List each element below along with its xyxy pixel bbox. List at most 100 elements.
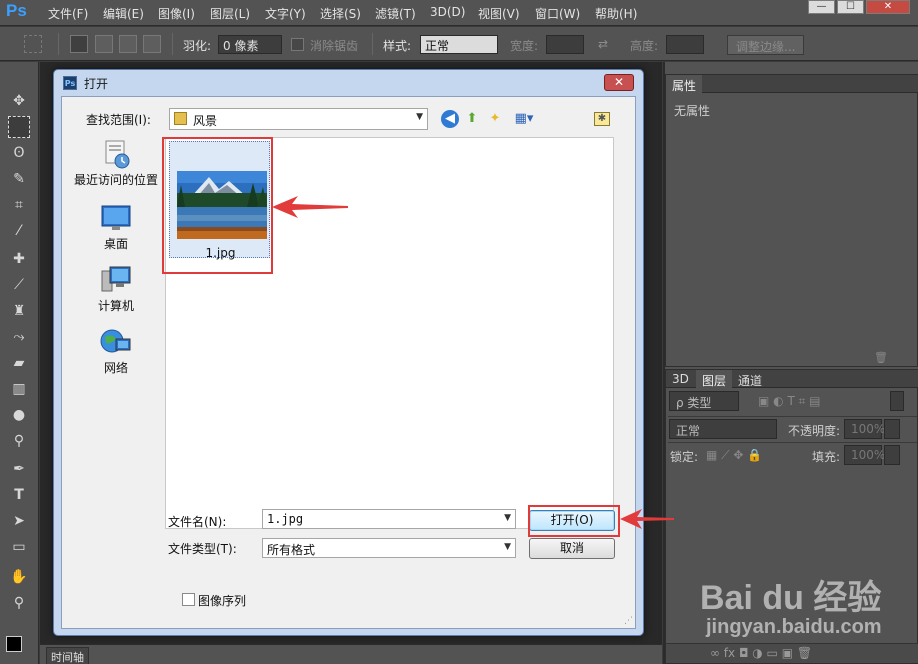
menu-layer[interactable]: 图层(L) — [210, 5, 250, 22]
move-tool-icon[interactable]: ✥ — [8, 90, 30, 112]
filter-icons[interactable]: ▣ ◐ T ⌗ ▤ — [758, 394, 821, 409]
look-in-select[interactable]: 风景 ▼ — [169, 108, 428, 130]
path-select-tool-icon[interactable]: ➤ — [8, 510, 30, 532]
divider — [372, 33, 373, 55]
add-selection-icon[interactable] — [95, 35, 113, 53]
no-properties-text: 无属性 — [674, 104, 711, 118]
antialias-checkbox[interactable] — [291, 38, 304, 51]
menu-help[interactable]: 帮助(H) — [595, 5, 637, 22]
timeline-tab[interactable]: 时间轴 — [46, 647, 89, 664]
place-recent[interactable]: 最近访问的位置 — [70, 139, 162, 188]
crop-tool-icon[interactable]: ⌗ — [8, 194, 30, 216]
minimize-button[interactable]: — — [808, 0, 835, 14]
marquee-tool-icon[interactable] — [8, 116, 30, 138]
layer-actions-icons[interactable]: ∞ fx ◘ ◑ ▭ ▣ 🗑 — [710, 646, 812, 660]
height-input[interactable] — [666, 35, 704, 54]
menu-window[interactable]: 窗口(W) — [535, 5, 580, 22]
divider — [58, 33, 59, 55]
place-computer[interactable]: 计算机 — [70, 265, 162, 314]
menu-type[interactable]: 文字(Y) — [265, 5, 306, 22]
eraser-tool-icon[interactable]: ▰ — [8, 352, 30, 374]
healing-tool-icon[interactable]: ✚ — [8, 248, 30, 270]
menu-filter[interactable]: 滤镜(T) — [375, 5, 416, 22]
options-bar: 羽化: 0 像素 消除锯齿 样式: 正常 宽度: ⇄ 高度: 调整边缘... — [0, 27, 918, 61]
filename-input[interactable]: 1.jpg ▼ — [262, 509, 516, 529]
look-in-label: 查找范围(I): — [86, 113, 151, 127]
hand-tool-icon[interactable]: ✋ — [8, 566, 30, 588]
view-menu-icon[interactable]: ▦▾ — [510, 110, 538, 128]
fill-dropdown[interactable] — [884, 445, 900, 465]
maximize-button[interactable]: ☐ — [837, 0, 864, 14]
width-input[interactable] — [546, 35, 584, 54]
baidu-jingyan-logo: Bai du 经验 — [700, 579, 882, 617]
chevron-down-icon[interactable]: ▼ — [504, 513, 511, 523]
image-sequence-checkbox[interactable] — [182, 593, 195, 606]
tab-layers[interactable]: 图层 — [696, 370, 733, 391]
stamp-tool-icon[interactable]: ♜ — [8, 300, 30, 322]
menu-3d[interactable]: 3D(D) — [430, 5, 465, 19]
marquee-preset-icon[interactable] — [24, 35, 42, 53]
tab-channels[interactable]: 通道 — [732, 370, 768, 391]
gradient-tool-icon[interactable]: ▥ — [8, 378, 30, 400]
zoom-tool-icon[interactable]: ⚲ — [8, 592, 30, 614]
blur-tool-icon[interactable]: ● — [8, 404, 30, 426]
antialias-label: 消除锯齿 — [310, 39, 359, 53]
filter-toggle[interactable] — [890, 391, 904, 411]
rectangle-tool-icon[interactable]: ▭ — [8, 536, 30, 558]
blend-mode-select[interactable]: 正常 — [669, 419, 777, 439]
lasso-tool-icon[interactable]: ʘ — [8, 142, 30, 164]
lock-icons[interactable]: ▦ ⟋ ✥ 🔒 — [706, 448, 762, 463]
dodge-tool-icon[interactable]: ⚲ — [8, 430, 30, 452]
dialog-title: 打开 — [84, 77, 109, 91]
intersect-selection-icon[interactable] — [143, 35, 161, 53]
feather-label: 羽化: — [183, 39, 212, 53]
new-selection-icon[interactable] — [70, 35, 88, 53]
layers-footer: ∞ fx ◘ ◑ ▭ ▣ 🗑 — [666, 643, 918, 663]
resize-grip-icon[interactable]: ⋰ — [624, 616, 633, 626]
quick-select-tool-icon[interactable]: ✎ — [8, 168, 30, 190]
text-tool-icon[interactable]: T — [8, 484, 30, 506]
fill-input[interactable]: 100% — [844, 445, 885, 465]
lock-label: 锁定: — [670, 450, 699, 464]
dialog-close-button[interactable]: ✕ — [604, 74, 634, 91]
layers-tab-bar: 3D 图层 通道 — [666, 370, 918, 391]
refine-edge-button[interactable]: 调整边缘... — [727, 35, 805, 55]
menu-file[interactable]: 文件(F) — [48, 5, 88, 22]
style-select[interactable]: 正常 — [420, 35, 498, 54]
foreground-color-swatch[interactable] — [6, 636, 22, 652]
opacity-dropdown[interactable] — [884, 419, 900, 439]
opacity-input[interactable]: 100% — [844, 419, 885, 439]
height-label: 高度: — [630, 39, 659, 53]
new-folder-icon[interactable]: ✦ — [486, 110, 504, 128]
trash-icon[interactable]: 🗑 — [874, 351, 888, 364]
opacity-label: 不透明度: — [788, 424, 841, 438]
layer-kind-filter[interactable]: ρ 类型 — [669, 391, 739, 411]
swap-icon[interactable]: ⇄ — [598, 37, 608, 51]
menu-edit[interactable]: 编辑(E) — [103, 5, 144, 22]
history-brush-icon[interactable]: ⤳ — [8, 326, 30, 348]
open-button-highlight-box — [528, 505, 620, 537]
tab-3d[interactable]: 3D — [666, 370, 695, 388]
close-app-button[interactable]: ✕ — [866, 0, 910, 14]
tab-properties[interactable]: 属性 — [666, 75, 703, 96]
cancel-button[interactable]: 取消 — [529, 538, 615, 559]
dialog-body: 查找范围(I): 风景 ▼ ◀ ⬆ ✦ ▦▾ ✱ 最近访问的位置 桌面 计算机 … — [61, 96, 636, 629]
menu-select[interactable]: 选择(S) — [320, 5, 361, 22]
adobe-bridge-icon[interactable]: ✱ — [594, 112, 610, 126]
menu-image[interactable]: 图像(I) — [158, 5, 195, 22]
divider — [668, 442, 917, 443]
up-folder-icon[interactable]: ⬆ — [463, 110, 481, 128]
back-icon[interactable]: ◀ — [441, 110, 459, 128]
subtract-selection-icon[interactable] — [119, 35, 137, 53]
pen-tool-icon[interactable]: ✒ — [8, 458, 30, 480]
place-network[interactable]: 网络 — [70, 327, 162, 376]
filetype-select[interactable]: 所有格式 ▼ — [262, 538, 516, 558]
eyedropper-tool-icon[interactable]: ⁄ — [8, 220, 30, 242]
place-label: 桌面 — [103, 237, 128, 251]
menu-view[interactable]: 视图(V) — [478, 5, 520, 22]
annotation-arrow-icon — [620, 509, 674, 529]
feather-input[interactable]: 0 像素 — [218, 35, 282, 54]
brush-tool-icon[interactable]: ⟋ — [8, 274, 30, 296]
chevron-down-icon: ▼ — [416, 112, 423, 122]
place-desktop[interactable]: 桌面 — [70, 203, 162, 252]
